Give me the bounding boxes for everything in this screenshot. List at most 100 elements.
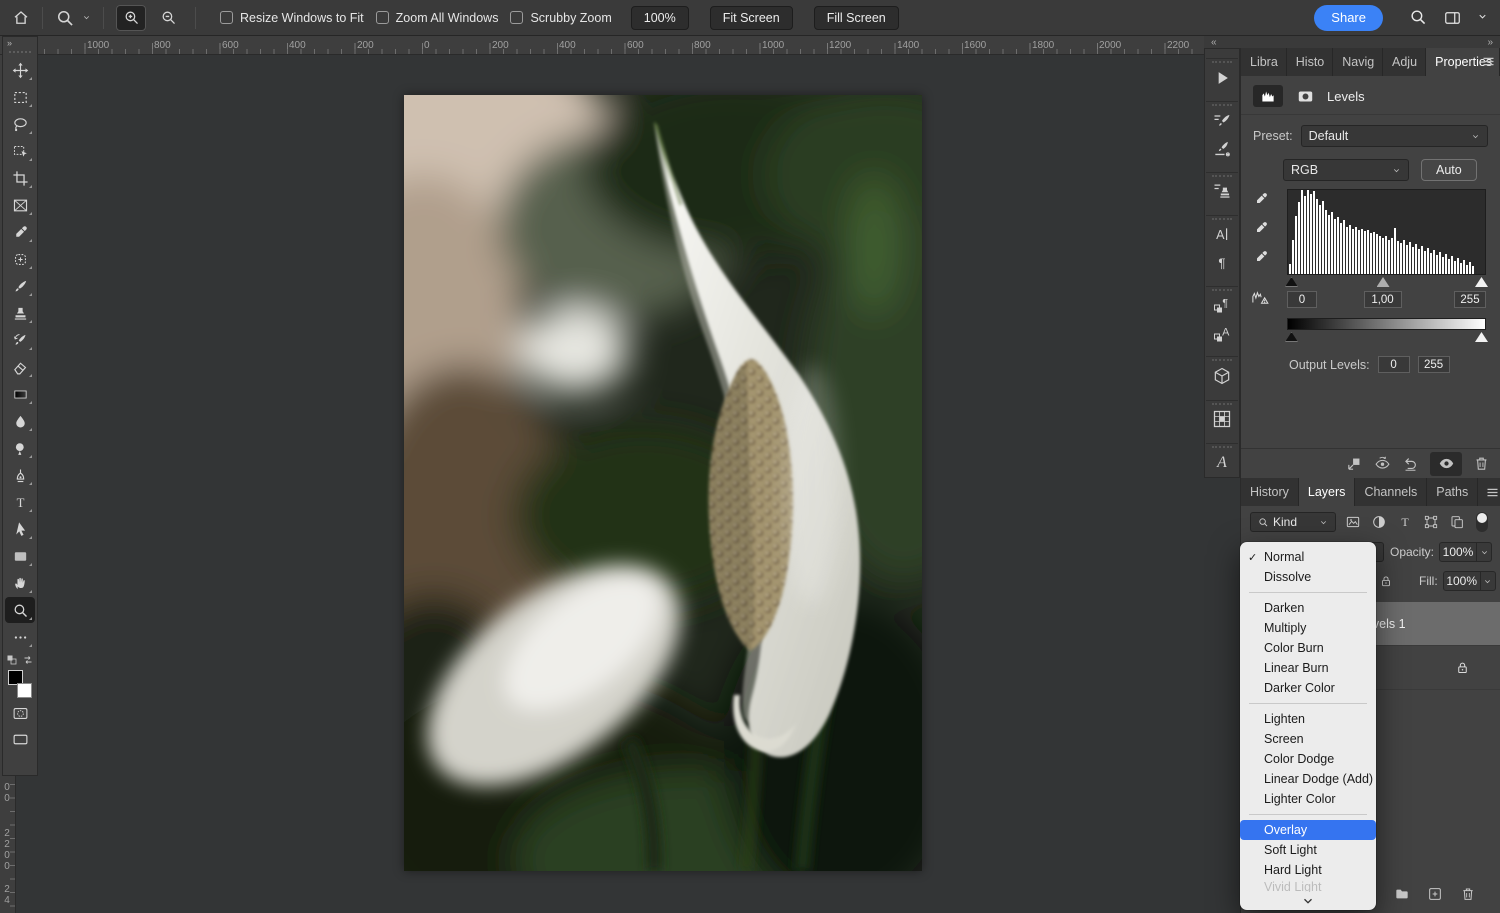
filter-shape[interactable]: [1423, 514, 1439, 530]
white-point-eyedropper-icon[interactable]: [1253, 249, 1269, 265]
delete-adjustment-icon[interactable]: [1473, 455, 1490, 472]
blend-mode-option[interactable]: Color Dodge: [1240, 749, 1376, 769]
blend-mode-option-clipped[interactable]: Vivid Light: [1240, 880, 1376, 892]
panel-tab[interactable]: Channels: [1355, 478, 1427, 506]
blend-mode-option[interactable]: Lighten: [1240, 709, 1376, 729]
blend-mode-option[interactable]: [1240, 809, 1376, 820]
blend-mode-option[interactable]: Dissolve: [1240, 567, 1376, 587]
workspace-icon[interactable]: [1442, 9, 1463, 27]
clone-source-panel[interactable]: [1206, 172, 1238, 206]
eraser-tool[interactable]: [5, 354, 35, 380]
opacity-select[interactable]: 100%: [1439, 542, 1492, 562]
output-black-field[interactable]: 0: [1378, 356, 1410, 373]
blend-mode-option[interactable]: [1240, 698, 1376, 709]
blend-mode-option[interactable]: Hard Light: [1240, 860, 1376, 880]
option-checkbox[interactable]: Scrubby Zoom: [510, 11, 611, 25]
character-styles-panel[interactable]: [1206, 320, 1238, 347]
filter-smart-object[interactable]: [1449, 514, 1465, 530]
screen-mode-button[interactable]: [5, 727, 35, 751]
dock-collapse-chevrons[interactable]: «: [1211, 37, 1217, 48]
dodge-tool[interactable]: [5, 435, 35, 461]
preset-select[interactable]: Default: [1301, 125, 1488, 147]
more-tools[interactable]: [5, 624, 35, 650]
paragraph-styles-panel[interactable]: [1206, 286, 1238, 320]
blend-mode-option[interactable]: Color Burn: [1240, 638, 1376, 658]
fill-screen-button[interactable]: Fill Screen: [814, 6, 899, 30]
home-icon[interactable]: [12, 9, 30, 27]
checkbox-icon[interactable]: [220, 11, 233, 24]
lasso-tool[interactable]: [5, 111, 35, 137]
reset-icon[interactable]: [1402, 455, 1419, 472]
input-white-field[interactable]: 255: [1454, 291, 1486, 308]
crop-tool[interactable]: [5, 165, 35, 191]
object-selection-tool[interactable]: [5, 138, 35, 164]
hand-tool[interactable]: [5, 570, 35, 596]
lock-all-icon[interactable]: [1379, 574, 1393, 588]
levels-histogram-icon[interactable]: [1253, 85, 1283, 107]
gray-point-eyedropper-icon[interactable]: [1253, 220, 1269, 236]
zoom-out-button[interactable]: [153, 5, 183, 31]
paragraph-panel[interactable]: [1206, 249, 1238, 276]
input-gamma-field[interactable]: 1,00: [1364, 291, 1402, 308]
delete-layer[interactable]: [1460, 886, 1476, 902]
glyphs-panel[interactable]: [1206, 443, 1238, 477]
option-checkbox[interactable]: Resize Windows to Fit: [220, 11, 364, 25]
path-selection-tool[interactable]: [5, 516, 35, 542]
gradient-tool[interactable]: [5, 381, 35, 407]
panel-tab[interactable]: Adju: [1383, 48, 1426, 76]
share-button[interactable]: Share: [1314, 5, 1383, 31]
white-input-slider[interactable]: [1475, 277, 1488, 287]
auto-button[interactable]: Auto: [1421, 159, 1477, 181]
zoom-tool-icon[interactable]: [55, 8, 75, 28]
panel-tab[interactable]: Navig: [1333, 48, 1383, 76]
blend-mode-option[interactable]: Soft Light: [1240, 840, 1376, 860]
zoom-percentage-field[interactable]: 100%: [631, 6, 689, 30]
zoom-in-button[interactable]: [116, 5, 146, 31]
blur-tool[interactable]: [5, 408, 35, 434]
blend-mode-option[interactable]: Lighter Color: [1240, 789, 1376, 809]
grid-pattern-panel[interactable]: [1206, 400, 1238, 434]
clip-to-layer-icon[interactable]: [1346, 455, 1363, 472]
swap-colors-icon[interactable]: [22, 654, 34, 666]
3d-cube-panel[interactable]: [1206, 356, 1238, 390]
default-colors-icon[interactable]: [6, 654, 18, 666]
blend-mode-option[interactable]: Screen: [1240, 729, 1376, 749]
eyedropper-tool[interactable]: [5, 219, 35, 245]
fill-select[interactable]: 100%: [1443, 571, 1496, 591]
canvas-image-peace-lily[interactable]: [404, 95, 922, 871]
black-input-slider[interactable]: [1285, 277, 1298, 287]
fit-screen-button[interactable]: Fit Screen: [710, 6, 793, 30]
toolbar-grip[interactable]: [9, 51, 31, 53]
panel-menu-icon[interactable]: [1478, 478, 1500, 506]
gamma-input-slider[interactable]: [1377, 277, 1390, 287]
marquee-tool[interactable]: [5, 84, 35, 110]
panel-overflow-chevrons[interactable]: »: [1487, 37, 1493, 48]
move-tool[interactable]: [5, 57, 35, 83]
filter-adjustment[interactable]: [1371, 514, 1387, 530]
option-checkbox[interactable]: Zoom All Windows: [376, 11, 499, 25]
panel-tab[interactable]: Histo: [1287, 48, 1333, 76]
background-color-swatch[interactable]: [17, 683, 32, 698]
brush-settings-panel[interactable]: [1206, 101, 1238, 135]
quick-mask-button[interactable]: [5, 701, 35, 725]
frame-tool[interactable]: [5, 192, 35, 218]
new-layer[interactable]: [1427, 886, 1443, 902]
blend-mode-option[interactable]: Darker Color: [1240, 678, 1376, 698]
checkbox-icon[interactable]: [376, 11, 389, 24]
blend-mode-option[interactable]: Overlay: [1240, 820, 1376, 840]
search-icon[interactable]: [1409, 8, 1428, 27]
healing-brush-tool[interactable]: [5, 246, 35, 272]
visibility-eye-icon[interactable]: [1430, 452, 1462, 476]
menu-scroll-down-chevron[interactable]: [1240, 892, 1376, 910]
checkbox-icon[interactable]: [510, 11, 523, 24]
panel-menu-icon[interactable]: [1481, 54, 1496, 69]
blend-mode-option[interactable]: Normal: [1240, 547, 1376, 567]
actions-panel[interactable]: [1206, 58, 1238, 92]
chevron-down-icon[interactable]: [82, 9, 91, 27]
shape-tool[interactable]: [5, 543, 35, 569]
blend-mode-option[interactable]: Linear Dodge (Add): [1240, 769, 1376, 789]
zoom-tool[interactable]: [5, 597, 35, 623]
filter-kind-select[interactable]: Kind: [1250, 512, 1336, 532]
input-black-field[interactable]: 0: [1287, 291, 1317, 308]
output-white-field[interactable]: 255: [1418, 356, 1450, 373]
